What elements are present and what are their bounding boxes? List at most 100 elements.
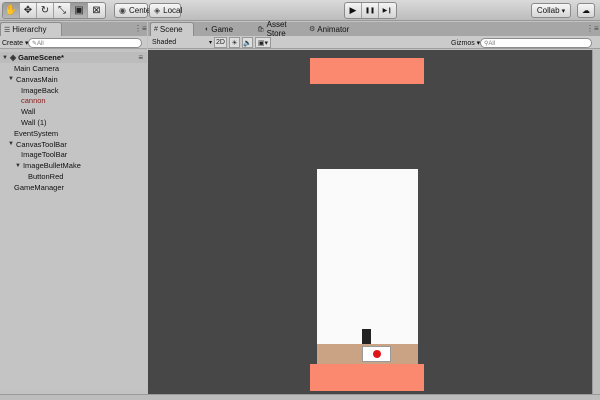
hierarchy-item[interactable]: cannon: [0, 95, 147, 106]
pause-button[interactable]: ❚❚: [362, 3, 379, 18]
speaker-icon: 🔈: [243, 39, 252, 47]
hand-tool-button[interactable]: ✋: [3, 3, 20, 18]
move-tool-button[interactable]: ✥: [20, 3, 37, 18]
hierarchy-item-label: ImageToolBar: [21, 150, 68, 160]
hierarchy-item-label: Wall (1): [21, 118, 47, 127]
hierarchy-item-label: GameManager: [14, 182, 65, 192]
gizmos-label: Gizmos ▾: [451, 39, 481, 47]
collab-button[interactable]: Collab ▾: [531, 3, 571, 18]
hierarchy-menu-icon[interactable]: ⋮≡: [134, 24, 147, 33]
rect-tool-button[interactable]: ▣: [71, 3, 88, 18]
space-icon: ◈: [154, 6, 161, 15]
hierarchy-item[interactable]: EventSystem: [0, 128, 147, 139]
hierarchy-item[interactable]: ▼ CanvasMain: [0, 74, 147, 85]
scene-search-placeholder: ⚲All: [484, 40, 496, 47]
create-button-label: Create ▾: [2, 39, 29, 47]
mode-2d-toggle[interactable]: 2D: [214, 37, 227, 48]
tab-game-label: Game: [211, 24, 234, 34]
play-button[interactable]: ▶: [345, 3, 362, 18]
scene-tabbar: # Scene ◐ Game 🛍 Asset Store ⚙ Animator …: [148, 20, 600, 38]
expand-arrow-icon: ▼: [2, 54, 8, 61]
hierarchy-search-input[interactable]: ✎All: [28, 38, 142, 48]
play-icon: ▶: [349, 5, 357, 15]
shading-mode-dropdown[interactable]: Shaded ▾: [152, 38, 212, 47]
create-button[interactable]: Create ▾: [2, 38, 28, 47]
audio-toggle[interactable]: 🔈: [242, 37, 253, 48]
scene-viewport[interactable]: [148, 50, 592, 394]
chevron-down-icon: ▾: [208, 40, 212, 46]
asset-store-icon: 🛍: [257, 26, 265, 33]
move-icon: ✥: [23, 5, 33, 16]
hierarchy-item[interactable]: ImageBack: [0, 85, 147, 96]
tab-scene-label: Scene: [159, 25, 183, 34]
effects-dropdown[interactable]: ▣▾: [255, 37, 271, 48]
hierarchy-item-label: CanvasMain: [15, 74, 58, 84]
expand-arrow-icon[interactable]: ▼: [8, 76, 14, 82]
hierarchy-item[interactable]: GameManager: [0, 182, 147, 193]
cloud-icon: ☁: [582, 6, 590, 15]
scene-root-row[interactable]: ▼ ◈ GameScene* ≡: [0, 52, 147, 63]
gizmos-dropdown[interactable]: Gizmos ▾: [451, 38, 481, 47]
pivot-icon: ◉: [119, 6, 126, 15]
hierarchy-list: ▼ ◈ GameScene* ≡ Main Camera ▼ CanvasMain I…: [0, 50, 147, 390]
playback-controls: ▶ ❚❚ ▶❙: [344, 2, 397, 19]
pause-icon: ❚❚: [364, 8, 376, 14]
hierarchy-item[interactable]: ▼ ImageBulletMake: [0, 160, 147, 171]
step-button[interactable]: ▶❙: [379, 3, 396, 18]
top-wall[interactable]: [310, 58, 424, 84]
hierarchy-item-label: ButtonRed: [28, 172, 64, 181]
hierarchy-item-label: ImageBack: [21, 85, 59, 95]
expand-arrow-icon[interactable]: ▼: [8, 141, 14, 147]
scale-icon: ⤡: [58, 5, 66, 16]
collab-label: Collab: [536, 6, 560, 15]
space-label: Local: [163, 6, 183, 15]
scene-menu-icon[interactable]: ≡: [138, 53, 143, 62]
chevron-down-icon: ▾: [561, 7, 566, 15]
hierarchy-item[interactable]: Wall: [0, 106, 147, 117]
main-toolbar: ✋ ✥ ↻ ⤡ ▣ ⊠ ◉ Center ◈ Local ▶ ❚❚ ▶❙ Col…: [0, 0, 600, 21]
scene-tab-icon: #: [154, 26, 158, 33]
step-icon: ▶❙: [382, 8, 393, 14]
space-toggle-button[interactable]: ◈ Local: [149, 3, 183, 18]
transform-tools: ✋ ✥ ↻ ⤡ ▣ ⊠: [2, 2, 106, 19]
hierarchy-item-label: ImageBulletMake: [22, 161, 81, 171]
hierarchy-item-label: CanvasToolBar: [15, 139, 67, 149]
hierarchy-item[interactable]: ButtonRed: [0, 171, 147, 182]
status-bar: [0, 394, 600, 400]
hierarchy-item-label: Main Camera: [14, 64, 60, 73]
rotate-icon: ↻: [40, 5, 50, 16]
scene-search-input[interactable]: ⚲All: [480, 38, 592, 48]
hierarchy-item[interactable]: Wall (1): [0, 117, 147, 128]
bottom-wall[interactable]: [310, 364, 424, 391]
tab-animator-label: Animator: [317, 24, 350, 34]
transform-tool-button[interactable]: ⊠: [88, 3, 105, 18]
scene-scrollbar[interactable]: [592, 50, 600, 394]
hand-icon: ✋: [4, 5, 18, 16]
hierarchy-item[interactable]: ▼ CanvasToolBar: [0, 139, 147, 150]
game-tab-icon: ◐: [205, 25, 210, 33]
expand-arrow-icon[interactable]: ▼: [15, 163, 21, 169]
tab-animator[interactable]: ⚙ Animator: [306, 22, 354, 36]
scene-toolbar: Shaded ▾ 2D ☀ 🔈 ▣▾ Gizmos ▾ ⚲All: [148, 36, 600, 49]
scene-name: GameScene*: [18, 53, 64, 62]
tab-asset-store[interactable]: 🛍 Asset Store: [254, 20, 306, 38]
rotate-tool-button[interactable]: ↻: [37, 3, 54, 18]
hierarchy-item-label: Wall: [21, 107, 36, 117]
tab-hierarchy[interactable]: ☰ Hierarchy: [0, 22, 62, 36]
image-icon: ▣▾: [257, 39, 269, 47]
tab-scene[interactable]: # Scene: [150, 22, 194, 36]
scene-menu-icon[interactable]: ⋮≡: [586, 24, 599, 33]
cloud-button[interactable]: ☁: [577, 3, 595, 18]
pivot-toggle-button[interactable]: ◉ Center: [114, 3, 153, 18]
cannon[interactable]: [362, 329, 371, 344]
tab-game[interactable]: ◐ Game: [202, 22, 246, 36]
scale-tool-button[interactable]: ⤡: [54, 3, 71, 18]
playfield-background[interactable]: [317, 169, 418, 344]
lighting-toggle[interactable]: ☀: [229, 37, 240, 48]
unity-scene-icon: ◈: [9, 53, 17, 62]
hierarchy-tabbar: ☰ Hierarchy ⋮≡: [0, 22, 147, 36]
hierarchy-item[interactable]: ImageToolBar: [0, 149, 147, 160]
hierarchy-search-placeholder: ✎All: [32, 40, 44, 47]
button-red-dot[interactable]: [373, 350, 381, 358]
hierarchy-item[interactable]: Main Camera: [0, 63, 147, 74]
